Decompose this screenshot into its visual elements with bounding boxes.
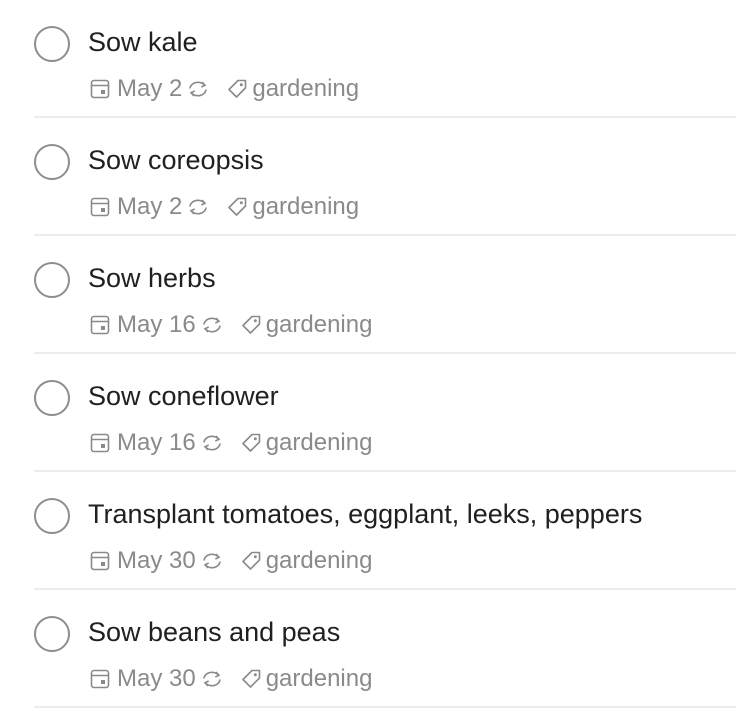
tag-icon xyxy=(240,314,262,336)
tag-icon xyxy=(240,550,262,572)
label-link[interactable]: gardening xyxy=(266,311,373,339)
due-date[interactable]: May 30 xyxy=(117,547,196,575)
calendar-icon xyxy=(90,197,110,217)
task-item[interactable]: Transplant tomatoes, eggplant, leeks, pe… xyxy=(34,472,736,590)
calendar-icon xyxy=(90,315,110,335)
calendar-icon xyxy=(90,551,110,571)
calendar-icon xyxy=(90,669,110,689)
task-item[interactable]: Sow coreopsis May 2 gardening xyxy=(34,118,736,236)
tag-icon xyxy=(240,432,262,454)
repeat-icon xyxy=(200,433,224,453)
label-link[interactable]: gardening xyxy=(266,429,373,457)
repeat-icon xyxy=(186,197,210,217)
tag-icon xyxy=(240,668,262,690)
task-title[interactable]: Transplant tomatoes, eggplant, leeks, pe… xyxy=(88,496,642,532)
task-checkbox[interactable] xyxy=(34,26,70,62)
task-item[interactable]: Sow kale May 2 gardening xyxy=(34,0,736,118)
tag-icon xyxy=(226,196,248,218)
task-meta: May 30 gardening xyxy=(90,664,372,694)
task-checkbox[interactable] xyxy=(34,380,70,416)
task-meta: May 30 gardening xyxy=(90,546,372,576)
task-title[interactable]: Sow herbs xyxy=(88,260,216,296)
task-item[interactable]: Sow coneflower May 16 gardening xyxy=(34,354,736,472)
task-item[interactable]: Sow beans and peas May 30 gardening xyxy=(34,590,736,708)
repeat-icon xyxy=(186,79,210,99)
due-date[interactable]: May 30 xyxy=(117,665,196,693)
due-date[interactable]: May 2 xyxy=(117,75,182,103)
task-meta: May 2 gardening xyxy=(90,192,359,222)
tag-icon xyxy=(226,78,248,100)
task-list: Sow kale May 2 gardening Sow coreopsis M… xyxy=(34,0,736,708)
task-checkbox[interactable] xyxy=(34,498,70,534)
repeat-icon xyxy=(200,315,224,335)
task-meta: May 16 gardening xyxy=(90,428,372,458)
label-link[interactable]: gardening xyxy=(252,193,359,221)
task-title[interactable]: Sow kale xyxy=(88,24,198,60)
task-title[interactable]: Sow beans and peas xyxy=(88,614,340,650)
task-title[interactable]: Sow coneflower xyxy=(88,378,279,414)
task-title[interactable]: Sow coreopsis xyxy=(88,142,264,178)
calendar-icon xyxy=(90,433,110,453)
repeat-icon xyxy=(200,551,224,571)
calendar-icon xyxy=(90,79,110,99)
label-link[interactable]: gardening xyxy=(266,665,373,693)
task-item[interactable]: Sow herbs May 16 gardening xyxy=(34,236,736,354)
task-checkbox[interactable] xyxy=(34,262,70,298)
task-checkbox[interactable] xyxy=(34,144,70,180)
task-meta: May 16 gardening xyxy=(90,310,372,340)
due-date[interactable]: May 2 xyxy=(117,193,182,221)
due-date[interactable]: May 16 xyxy=(117,429,196,457)
due-date[interactable]: May 16 xyxy=(117,311,196,339)
label-link[interactable]: gardening xyxy=(266,547,373,575)
task-checkbox[interactable] xyxy=(34,616,70,652)
task-meta: May 2 gardening xyxy=(90,74,359,104)
repeat-icon xyxy=(200,669,224,689)
label-link[interactable]: gardening xyxy=(252,75,359,103)
